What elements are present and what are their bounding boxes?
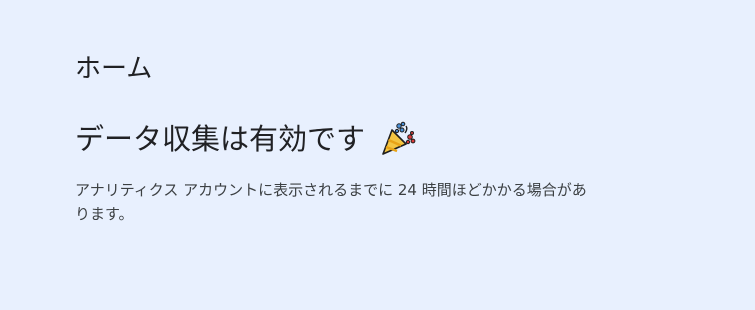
status-headline: データ収集は有効です — [75, 122, 366, 156]
page-title: ホーム — [75, 54, 153, 84]
status-description: アナリティクス アカウントに表示されるまでに 24 時間ほどかかる場合があります… — [75, 181, 587, 223]
party-popper-icon — [379, 120, 417, 158]
home-panel: ホーム データ収集は有効です アナリティクス アカウントに表示されるまでに 24… — [0, 0, 755, 310]
status-headline-row: データ収集は有効です — [75, 120, 417, 158]
